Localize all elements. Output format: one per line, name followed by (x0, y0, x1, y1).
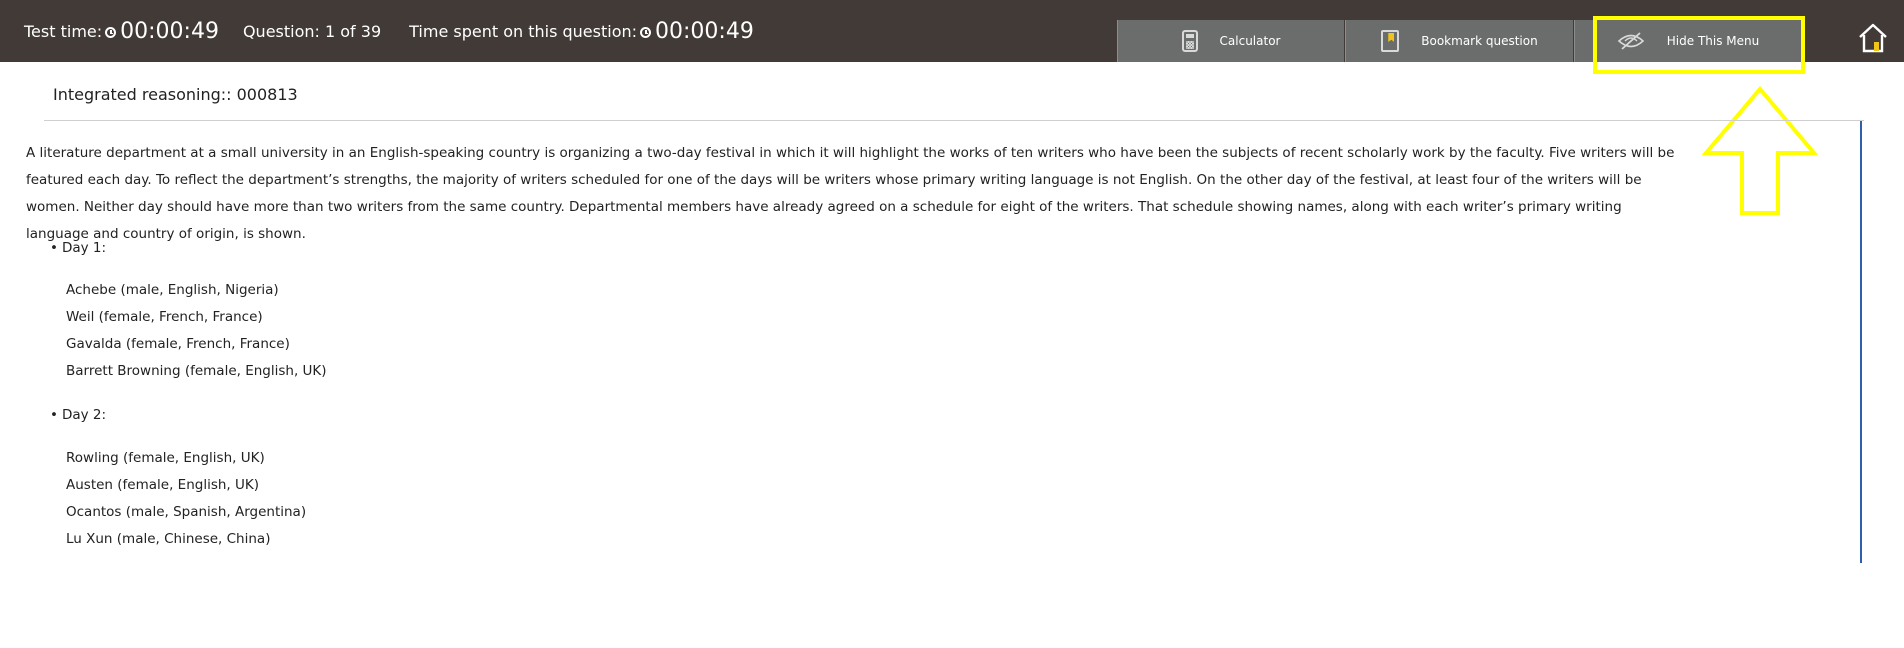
hide-menu-button[interactable]: Hide This Menu (1574, 20, 1802, 62)
list-item: Austen (female, English, UK) (66, 477, 259, 493)
timer-bar: Test time: 00:00:49 Question: 1 of 39 Ti… (24, 0, 754, 62)
list-item: Weil (female, French, France) (66, 309, 263, 325)
scroll-rule (1860, 121, 1862, 563)
question-counter: Question: 1 of 39 (242, 21, 382, 41)
clock-icon (640, 26, 652, 38)
up-arrow-annotation (1701, 85, 1819, 215)
bookmark-question-button[interactable]: Bookmark question (1345, 20, 1573, 62)
hide-menu-button-label: Hide This Menu (1666, 34, 1760, 48)
list-item: Achebe (male, English, Nigeria) (66, 282, 279, 298)
home-icon (1859, 23, 1887, 53)
calculator-icon (1181, 30, 1198, 52)
list-item: Ocantos (male, Spanish, Argentina) (66, 504, 307, 520)
calculator-button-label: Calculator (1219, 34, 1281, 48)
eye-slash-icon (1617, 32, 1645, 50)
calculator-button[interactable]: Calculator (1117, 20, 1344, 62)
bookmark-button-label: Bookmark question (1421, 34, 1538, 48)
bookmark-icon (1381, 30, 1400, 52)
home-button[interactable] (1857, 22, 1889, 54)
list-item: Rowling (female, English, UK) (66, 450, 265, 466)
test-time-label: Test time: (24, 21, 103, 41)
list-item: Lu Xun (male, Chinese, China) (66, 531, 271, 547)
day-2-heading: • Day 2: (50, 407, 107, 423)
question-time-label: Time spent on this question: (409, 21, 638, 41)
top-bar: Test time: 00:00:49 Question: 1 of 39 Ti… (0, 0, 1904, 62)
list-item: Barrett Browning (female, English, UK) (66, 363, 327, 379)
list-item: Gavalda (female, French, France) (66, 336, 290, 352)
test-time-value: 00:00:49 (120, 18, 219, 44)
day-1-heading: • Day 1: (50, 240, 107, 256)
question-passage: A literature department at a small unive… (26, 145, 1675, 242)
divider (44, 120, 1864, 121)
question-time-value: 00:00:49 (655, 18, 754, 44)
clock-icon (105, 26, 117, 38)
page-title: Integrated reasoning:: 000813 (53, 85, 298, 104)
